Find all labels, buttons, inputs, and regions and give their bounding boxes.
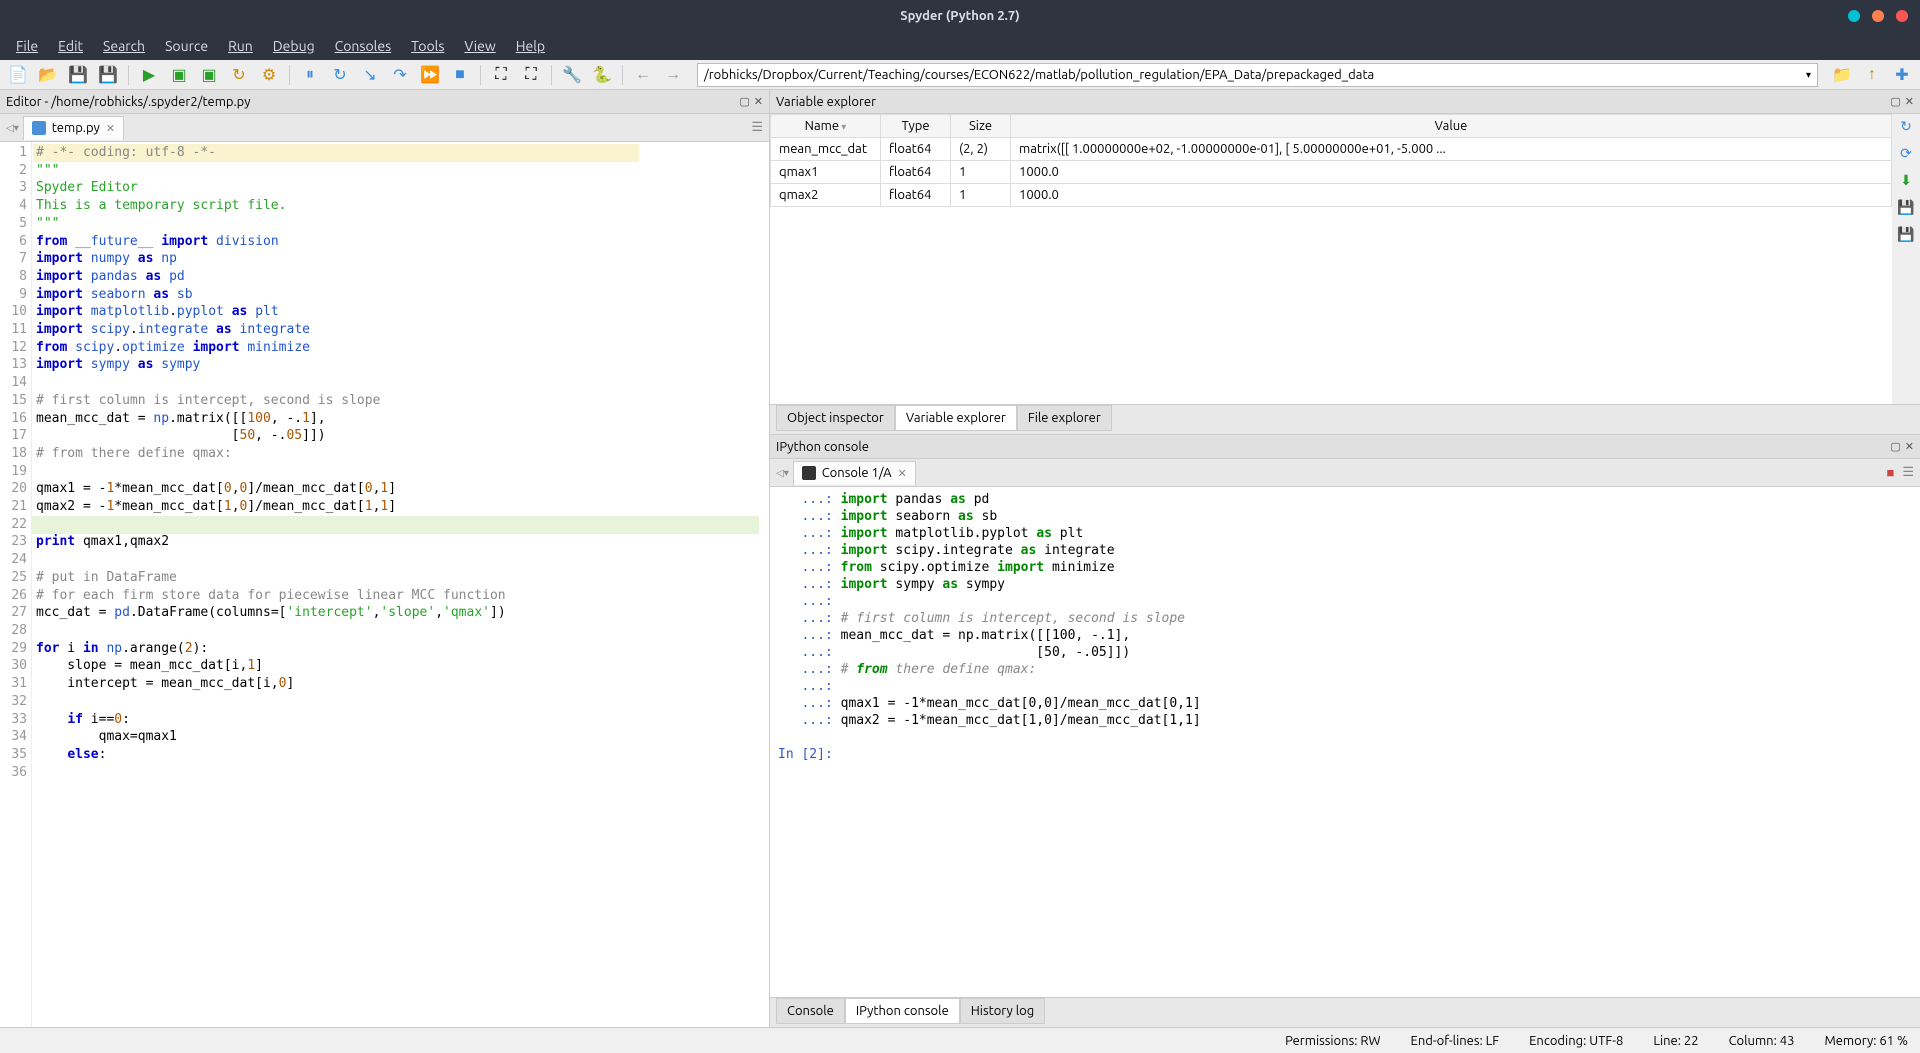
step-icon[interactable]: ↻ xyxy=(328,63,352,87)
editor-pane-header: Editor - /home/robhicks/.spyder2/temp.py… xyxy=(0,90,769,114)
tab-close-icon[interactable]: ✕ xyxy=(106,122,115,135)
tab-nav-icon[interactable]: ◁▾ xyxy=(776,467,789,479)
console-pane-header: IPython console ▢ ✕ xyxy=(770,435,1920,459)
tab-close-icon[interactable]: ✕ xyxy=(898,467,907,480)
menu-tools[interactable]: Tools xyxy=(403,36,452,56)
tab-console-1a[interactable]: Console 1/A ✕ xyxy=(793,461,916,485)
save-icon[interactable]: 💾 xyxy=(66,63,90,87)
ipython-console[interactable]: ...: import pandas as pd ...: import sea… xyxy=(770,487,1920,997)
varexp-toolbar: ↻ ⟳ ⬇ 💾 💾 xyxy=(1892,114,1920,404)
save-data-icon[interactable]: 💾 xyxy=(1897,199,1914,216)
set-dir-icon[interactable]: ✚ xyxy=(1890,63,1914,87)
refresh-icon[interactable]: ↻ xyxy=(1900,118,1912,135)
step-into-icon[interactable]: ↘ xyxy=(358,63,382,87)
working-dir-input[interactable]: /robhicks/Dropbox/Current/Teaching/cours… xyxy=(697,63,1818,87)
menu-debug[interactable]: Debug xyxy=(265,36,323,56)
step-over-icon[interactable]: ↷ xyxy=(388,63,412,87)
stop-console-icon[interactable]: ■ xyxy=(1886,465,1894,480)
pane-close-icon[interactable]: ✕ xyxy=(754,95,763,108)
menu-source[interactable]: Source xyxy=(157,36,216,56)
console-tabs: ◁▾ Console 1/A ✕ ■ ☰ xyxy=(770,459,1920,487)
col-type[interactable]: Type xyxy=(881,115,951,138)
run-selection-icon[interactable]: ↻ xyxy=(227,63,251,87)
tab-file-explorer[interactable]: File explorer xyxy=(1017,405,1112,431)
up-dir-icon[interactable]: ↑ xyxy=(1860,63,1884,87)
refresh-periodic-icon[interactable]: ⟳ xyxy=(1900,145,1912,162)
tab-nav-icon[interactable]: ◁▾ xyxy=(6,122,19,134)
fullscreen-icon[interactable]: ⛶ xyxy=(519,63,543,87)
tab-temp-py[interactable]: temp.py ✕ xyxy=(23,116,124,140)
menu-run[interactable]: Run xyxy=(220,36,261,56)
var-row[interactable]: mean_mcc_datfloat64(2, 2)matrix([[ 1.000… xyxy=(771,138,1892,161)
editor-options-icon[interactable]: ☰ xyxy=(751,120,763,135)
back-icon[interactable]: ← xyxy=(631,63,655,87)
minimize-button[interactable] xyxy=(1848,10,1860,22)
browse-dir-icon[interactable]: 📁 xyxy=(1830,63,1854,87)
console-options-icon[interactable]: ☰ xyxy=(1902,465,1914,480)
debug-icon[interactable]: ⏸ xyxy=(298,63,322,87)
status-permissions: Permissions: RW xyxy=(1285,1034,1380,1048)
editor-tabs: ◁▾ temp.py ✕ ☰ xyxy=(0,114,769,142)
run-cell-advance-icon[interactable]: ▣ xyxy=(197,63,221,87)
maximize-button[interactable] xyxy=(1872,10,1884,22)
menu-help[interactable]: Help xyxy=(508,36,553,56)
inspector-tabs: Object inspector Variable explorer File … xyxy=(770,404,1920,434)
menu-view[interactable]: View xyxy=(456,36,503,56)
col-size[interactable]: Size xyxy=(951,115,1011,138)
close-button[interactable] xyxy=(1896,10,1908,22)
status-memory: Memory: 61 % xyxy=(1824,1034,1908,1048)
col-value[interactable]: Value xyxy=(1011,115,1892,138)
pane-options-icon[interactable]: ▢ xyxy=(1890,440,1900,453)
window-title: Spyder (Python 2.7) xyxy=(900,9,1019,23)
run-cell-icon[interactable]: ▣ xyxy=(167,63,191,87)
pane-options-icon[interactable]: ▢ xyxy=(1890,95,1900,108)
var-row[interactable]: qmax2float6411000.0 xyxy=(771,184,1892,207)
statusbar: Permissions: RW End-of-lines: LF Encodin… xyxy=(0,1027,1920,1053)
tab-console[interactable]: Console xyxy=(776,998,845,1024)
new-file-icon[interactable]: 📄 xyxy=(6,63,30,87)
tab-ipython-console[interactable]: IPython console xyxy=(845,998,960,1024)
stop-debug-icon[interactable]: ■ xyxy=(448,63,472,87)
open-file-icon[interactable]: 📂 xyxy=(36,63,60,87)
pane-options-icon[interactable]: ▢ xyxy=(739,95,749,108)
status-encoding: Encoding: UTF-8 xyxy=(1529,1034,1623,1048)
var-row[interactable]: qmax1float6411000.0 xyxy=(771,161,1892,184)
menu-consoles[interactable]: Consoles xyxy=(327,36,400,56)
status-line: Line: 22 xyxy=(1653,1034,1698,1048)
save-all-icon[interactable]: 💾 xyxy=(96,63,120,87)
tab-history-log[interactable]: History log xyxy=(960,998,1046,1024)
menu-search[interactable]: Search xyxy=(95,36,153,56)
code-editor[interactable]: 12345678910⚠11⚠121314⚠151617181920212223… xyxy=(0,142,769,1027)
run-icon[interactable]: ▶ xyxy=(137,63,161,87)
python-file-icon xyxy=(32,121,46,135)
save-data-as-icon[interactable]: 💾 xyxy=(1897,226,1914,243)
tab-variable-explorer[interactable]: Variable explorer xyxy=(895,405,1017,431)
col-name[interactable]: Name xyxy=(771,115,881,138)
step-out-icon[interactable]: ⏩ xyxy=(418,63,442,87)
variable-table[interactable]: Name Type Size Value mean_mcc_datfloat64… xyxy=(770,114,1892,404)
import-data-icon[interactable]: ⬇ xyxy=(1900,172,1912,189)
status-column: Column: 43 xyxy=(1729,1034,1795,1048)
forward-icon[interactable]: → xyxy=(661,63,685,87)
pane-close-icon[interactable]: ✕ xyxy=(1905,95,1914,108)
console-bottom-tabs: Console IPython console History log xyxy=(770,997,1920,1027)
pythonpath-icon[interactable]: 🐍 xyxy=(590,63,614,87)
preferences-icon[interactable]: 🔧 xyxy=(560,63,584,87)
maximize-pane-icon[interactable]: ⛶ xyxy=(489,63,513,87)
menu-file[interactable]: File xyxy=(8,36,46,56)
main-toolbar: 📄 📂 💾 💾 ▶ ▣ ▣ ↻ ⚙ ⏸ ↻ ↘ ↷ ⏩ ■ ⛶ ⛶ 🔧 🐍 ← … xyxy=(0,60,1920,90)
run-settings-icon[interactable]: ⚙ xyxy=(257,63,281,87)
varexp-pane-header: Variable explorer ▢ ✕ xyxy=(770,90,1920,114)
console-icon xyxy=(802,466,816,480)
menu-edit[interactable]: Edit xyxy=(50,36,91,56)
status-eol: End-of-lines: LF xyxy=(1411,1034,1500,1048)
window-titlebar: Spyder (Python 2.7) xyxy=(0,0,1920,32)
menubar: File Edit Search Source Run Debug Consol… xyxy=(0,32,1920,60)
tab-object-inspector[interactable]: Object inspector xyxy=(776,405,895,431)
pane-close-icon[interactable]: ✕ xyxy=(1905,440,1914,453)
